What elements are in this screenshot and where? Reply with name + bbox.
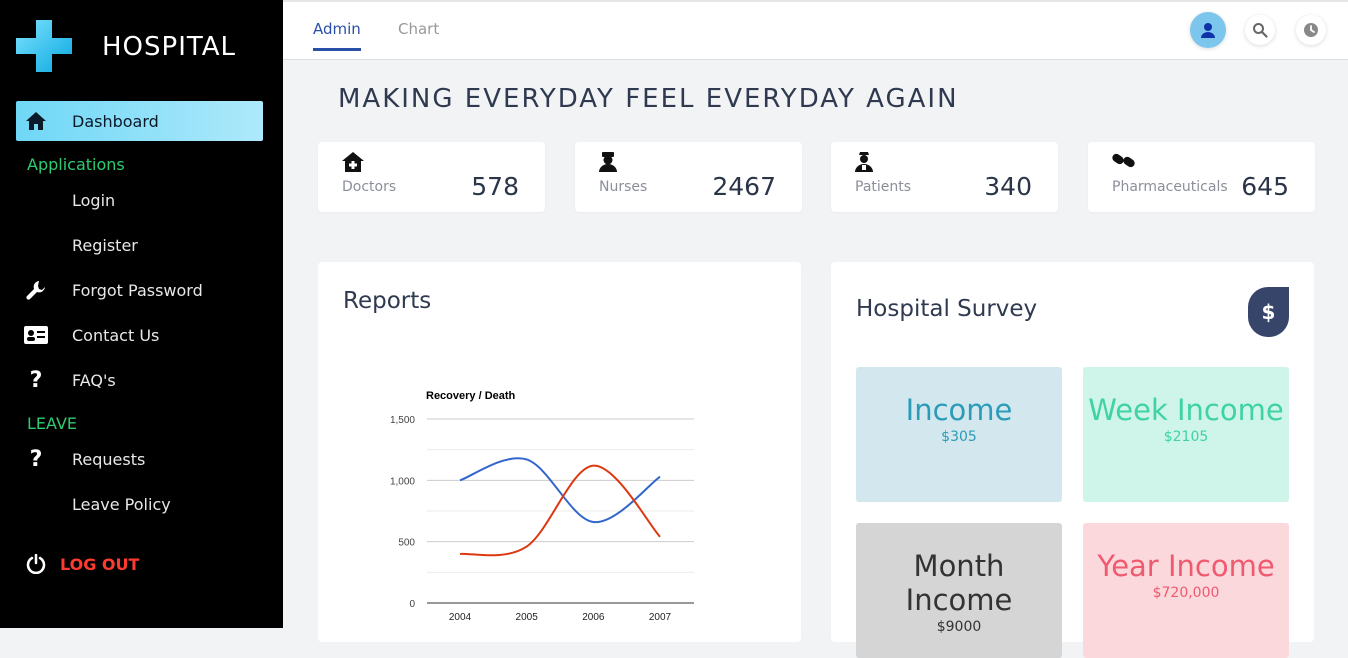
tile-value: $9000 [936,619,982,635]
stat-value: 340 [984,172,1032,201]
stat-card-pharmaceuticals[interactable]: Pharmaceuticals 645 [1088,142,1315,212]
month-income-tile[interactable]: Month Income $9000 [856,523,1062,658]
stat-value: 2467 [712,172,776,201]
sidebar-item-login[interactable]: Login [16,180,263,220]
nurse-icon [599,152,617,176]
stat-value: 645 [1241,172,1289,201]
sidebar-item-label: Requests [72,449,146,469]
clock-icon[interactable] [1296,15,1326,45]
sidebar-item-label: FAQ's [72,370,116,390]
sidebar-item-requests[interactable]: ? Requests [16,439,263,479]
x-tick-label: 2006 [582,612,605,623]
sidebar-item-dashboard[interactable]: Dashboard [16,101,263,141]
pills-icon [1112,152,1136,174]
income-tile[interactable]: Income $305 [856,367,1062,502]
sidebar-item-leave-policy[interactable]: Leave Policy [16,484,263,524]
sidebar-item-label: Register [72,235,138,255]
user-icon[interactable] [1190,12,1226,48]
tile-value: $2105 [1163,429,1209,445]
id-card-icon [16,326,56,344]
search-icon[interactable] [1245,15,1275,45]
sidebar-item-label: Forgot Password [72,280,203,300]
tile-value: $305 [941,429,977,445]
stat-card-nurses[interactable]: Nurses 2467 [575,142,802,212]
stat-card-doctors[interactable]: Doctors 578 [318,142,545,212]
chart-title: Recovery / Death [426,390,516,402]
stat-card-patients[interactable]: Patients 340 [831,142,1058,212]
question-icon: ? [29,446,43,472]
brand-name: HOSPITAL [102,32,237,62]
logout-label: LOG OUT [60,554,140,574]
tile-title: Year Income [1097,549,1275,583]
y-tick-label: 1,000 [390,476,415,487]
logout-button[interactable]: LOG OUT [16,546,139,582]
tile-title: Week Income [1088,393,1284,427]
stat-label: Patients [855,179,912,195]
x-tick-label: 2004 [449,612,472,623]
power-icon [16,554,56,574]
medical-cross-icon [16,20,72,72]
y-tick-label: 500 [398,538,415,549]
x-tick-label: 2005 [516,612,539,623]
reports-card: Reports Recovery / Death 0 500 1,000 1,500 20… [318,262,801,642]
top-bar: Admin Chart [283,0,1348,60]
sidebar-item-label: Leave Policy [72,494,171,514]
section-leave: LEAVE [27,414,77,433]
patient-icon [855,152,873,176]
stat-value: 578 [471,172,519,201]
stat-label: Pharmaceuticals [1112,179,1228,195]
tab-admin[interactable]: Admin [313,20,361,51]
sidebar-item-faqs[interactable]: ? FAQ's [16,360,263,400]
sidebar-item-label: Contact Us [72,325,160,345]
hospital-icon [342,152,364,176]
tab-chart[interactable]: Chart [398,20,439,48]
dollar-badge[interactable]: $ [1248,287,1289,337]
series-line-1 [459,457,661,524]
tile-value: $720,000 [1152,585,1220,601]
sidebar-item-forgot-password[interactable]: Forgot Password [16,270,263,310]
week-income-tile[interactable]: Week Income $2105 [1083,367,1289,502]
sidebar-item-label: Dashboard [72,111,159,131]
tile-title: Month Income [905,549,1013,617]
sidebar: HOSPITAL Dashboard Applications Login Re… [0,0,283,628]
wrench-icon [16,279,56,301]
home-icon [16,111,56,131]
year-income-tile[interactable]: Year Income $720,000 [1083,523,1289,658]
page-headline: MAKING EVERYDAY FEEL EVERYDAY AGAIN [338,84,959,114]
x-tick-label: 2007 [649,612,672,623]
stat-label: Doctors [342,179,397,195]
recovery-death-chart: Recovery / Death 0 500 1,000 1,500 2004 2005 20… [390,390,694,623]
brand-logo[interactable]: HOSPITAL [16,20,276,72]
sidebar-item-register[interactable]: Register [16,225,263,265]
hospital-survey-card: Hospital Survey $ Income $305 Week Incom… [831,262,1314,658]
survey-title: Hospital Survey [856,296,1038,322]
sidebar-item-contact-us[interactable]: Contact Us [16,315,263,355]
section-applications: Applications [27,155,125,174]
y-tick-label: 0 [409,599,415,610]
y-tick-label: 1,500 [390,415,415,426]
stat-label: Nurses [599,179,648,195]
question-icon: ? [29,367,43,393]
sidebar-item-label: Login [72,190,116,210]
tile-title: Income [905,393,1013,427]
